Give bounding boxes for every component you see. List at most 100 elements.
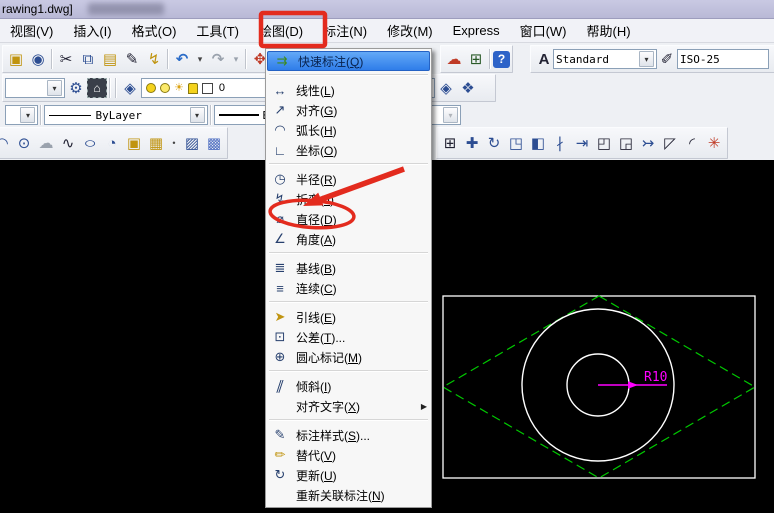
undo-icon[interactable]: ↶	[171, 48, 193, 70]
fillet-icon[interactable]: ◜	[681, 132, 703, 154]
make-block-icon[interactable]: ▦	[145, 132, 167, 154]
gear-icon[interactable]: ⚙	[65, 77, 87, 99]
extend-icon[interactable]: ⇥	[571, 132, 593, 154]
dim-style-combo[interactable]: ISO-25	[677, 49, 769, 69]
redo-dropdown-icon[interactable]: ▾	[229, 48, 243, 70]
center-mark-icon: ⊕	[270, 349, 290, 365]
menu-window[interactable]: 窗口(W)	[510, 18, 577, 43]
dim-style-value: ISO-25	[680, 53, 720, 66]
publish-icon[interactable]: ▣	[5, 48, 27, 70]
menu-bar: 视图(V) 插入(I) 格式(O) 工具(T) 绘图(D) 标注(N) 修改(M…	[0, 19, 774, 43]
menu-item-label: 折弯(J)	[296, 191, 334, 208]
menu-item-tolerance[interactable]: ⊡ 公差(T)...	[266, 327, 431, 347]
menu-item-radius[interactable]: ◷ 半径(R)	[266, 169, 431, 189]
chevron-down-icon[interactable]: ▾	[190, 107, 205, 123]
menu-item-quick-dimension[interactable]: ⇉ 快速标注(Q)	[267, 51, 430, 71]
menu-item-update[interactable]: ↻ 更新(U)	[266, 465, 431, 485]
arc-icon[interactable]: ◠	[0, 132, 13, 154]
redo-icon[interactable]: ↷	[207, 48, 229, 70]
break-icon[interactable]: ◲	[615, 132, 637, 154]
match-properties-lightning-icon[interactable]: ↯	[143, 48, 165, 70]
menu-item-leader[interactable]: ➤ 引线(E)	[266, 307, 431, 327]
undo-dropdown-icon[interactable]: ▾	[193, 48, 207, 70]
menu-item-aligned[interactable]: ↗ 对齐(G)	[266, 100, 431, 120]
move-icon[interactable]: ✚	[461, 132, 483, 154]
menu-item-oblique[interactable]: ∥ 倾斜(I)	[266, 376, 431, 396]
hatch-icon[interactable]: ▨	[181, 132, 203, 154]
array-icon[interactable]: ⊞	[439, 132, 461, 154]
circle-icon[interactable]: ⊙	[13, 132, 35, 154]
chevron-down-icon[interactable]: ▾	[20, 107, 35, 123]
chamfer-icon[interactable]: ◸	[659, 132, 681, 154]
break-at-point-icon[interactable]: ◰	[593, 132, 615, 154]
trim-icon[interactable]: ∤	[549, 132, 571, 154]
lock-icon[interactable]	[188, 83, 198, 94]
layer-color-swatch[interactable]	[202, 83, 213, 94]
menu-item-baseline[interactable]: ≣ 基线(B)	[266, 258, 431, 278]
join-icon[interactable]: ↣	[637, 132, 659, 154]
menu-item-center-mark[interactable]: ⊕ 圆心标记(M)	[266, 347, 431, 367]
menu-item-reassociate[interactable]: 重新关联标注(N)	[266, 485, 431, 505]
web-publish-icon[interactable]: ◉	[27, 48, 49, 70]
gradient-icon[interactable]: ▩	[203, 132, 225, 154]
menu-modify[interactable]: 修改(M)	[377, 18, 443, 43]
layer-properties-icon[interactable]: ◈	[119, 77, 141, 99]
text-style-icon[interactable]: A	[535, 48, 553, 70]
home-icon[interactable]: ⌂	[87, 78, 107, 98]
menu-view[interactable]: 视图(V)	[0, 18, 63, 43]
menu-express[interactable]: Express	[443, 20, 510, 41]
mirror-icon[interactable]: ◧	[527, 132, 549, 154]
menu-draw[interactable]: 绘图(D)	[249, 18, 313, 43]
point-icon[interactable]: •	[167, 132, 181, 154]
menu-insert[interactable]: 插入(I)	[63, 18, 121, 43]
layer-freeze-icon[interactable]	[160, 83, 170, 93]
current-layer-name: 0	[219, 82, 225, 94]
ellipse-icon[interactable]: ○	[74, 132, 107, 154]
layer-states-icon[interactable]: ❖	[457, 77, 479, 99]
linetype-combo[interactable]: ByLayer ▾	[44, 105, 207, 125]
layer-on-bulb-icon[interactable]	[146, 83, 156, 93]
menu-item-label: 坐标(O)	[296, 142, 337, 159]
menu-item-label: 圆心标记(M)	[296, 349, 362, 366]
dim-style-icon[interactable]: ✐	[657, 48, 677, 70]
layer-previous-icon[interactable]: ◈	[435, 77, 457, 99]
menu-item-jogged[interactable]: ↯ 折弯(J)	[266, 189, 431, 209]
menu-format[interactable]: 格式(O)	[122, 18, 187, 43]
scale-icon[interactable]: ◳	[505, 132, 527, 154]
redacted-title-area	[88, 3, 164, 15]
menu-item-continue[interactable]: ≡ 连续(C)	[266, 278, 431, 298]
explode-icon[interactable]: ✳	[703, 132, 725, 154]
copy-icon[interactable]: ⧉	[77, 48, 99, 70]
menu-item-label: 基线(B)	[296, 260, 336, 277]
menu-tools[interactable]: 工具(T)	[186, 18, 249, 43]
markup-toolbar: ☁ ⊞ ?	[440, 45, 513, 73]
menu-separator	[269, 252, 428, 254]
cut-icon[interactable]: ✂	[55, 48, 77, 70]
menu-item-angular[interactable]: ∠ 角度(A)	[266, 229, 431, 249]
rotate-icon[interactable]: ↻	[483, 132, 505, 154]
menu-item-diameter[interactable]: ⌀ 直径(D)	[266, 209, 431, 229]
workspace-combo[interactable]: ▾	[5, 78, 65, 98]
text-style-combo[interactable]: Standard ▾	[553, 49, 657, 69]
chevron-down-icon[interactable]: ▾	[47, 80, 62, 96]
menu-item-arc-length[interactable]: ◠ 弧长(H)	[266, 120, 431, 140]
menu-item-ordinate[interactable]: ∟ 坐标(O)	[266, 140, 431, 160]
help-icon[interactable]: ?	[493, 51, 510, 68]
sun-icon[interactable]: ☀	[174, 83, 184, 93]
markup-cloud-icon[interactable]: ☁	[443, 48, 465, 70]
paste-icon[interactable]: ▤	[99, 48, 121, 70]
menu-dimension[interactable]: 标注(N)	[313, 18, 377, 43]
color-combo[interactable]: ▾	[5, 105, 38, 125]
menu-item-dimension-style[interactable]: ✎ 标注样式(S)...	[266, 425, 431, 445]
menu-item-align-text[interactable]: 对齐文字(X) ▶	[266, 396, 431, 416]
match-properties-icon[interactable]: ✎	[121, 48, 143, 70]
insert-block-icon[interactable]: ▣	[123, 132, 145, 154]
menu-item-linear[interactable]: ↔ 线性(L)	[266, 80, 431, 100]
chevron-down-icon[interactable]: ▾	[639, 51, 654, 67]
menu-help[interactable]: 帮助(H)	[577, 18, 641, 43]
calculator-icon[interactable]: ⊞	[465, 48, 487, 70]
revision-cloud-icon[interactable]: ☁	[35, 132, 57, 154]
menu-separator	[269, 370, 428, 372]
menu-item-override[interactable]: ✏ 替代(V)	[266, 445, 431, 465]
chevron-down-icon[interactable]: ▾	[443, 107, 458, 123]
